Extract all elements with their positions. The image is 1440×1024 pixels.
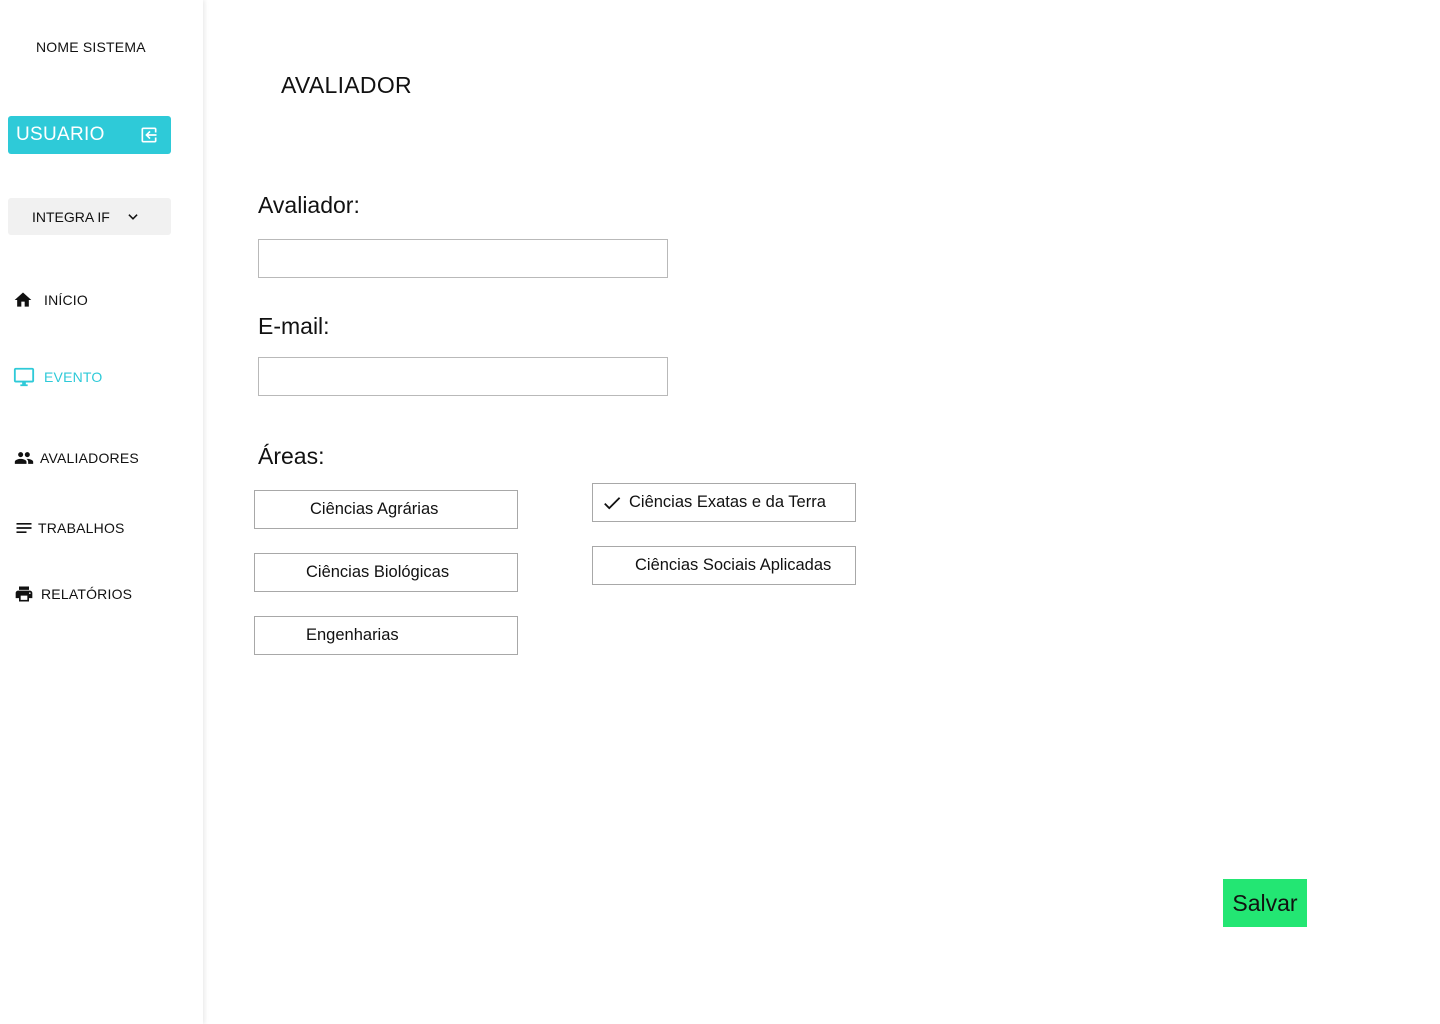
sidebar-item-label: TRABALHOS (38, 520, 125, 536)
sidebar-item-relatorios[interactable]: RELATÓRIOS (12, 584, 132, 604)
area-option-label: Ciências Sociais Aplicadas (635, 556, 832, 574)
sidebar-item-evento[interactable]: EVENTO (12, 366, 103, 388)
email-label: E-mail: (258, 313, 330, 339)
sidebar: NOME SISTEMA USUARIO INTEGRA IF INÍCIO E… (0, 0, 203, 1024)
area-option-label: Ciências Biológicas (306, 563, 450, 581)
area-option-ciencias-biologicas[interactable]: Ciências Biológicas (254, 553, 518, 592)
sidebar-item-avaliadores[interactable]: AVALIADORES (12, 448, 139, 468)
sidebar-item-trabalhos[interactable]: TRABALHOS (12, 518, 125, 538)
user-button-label: USUARIO (16, 124, 105, 145)
event-select-value: INTEGRA IF (32, 208, 110, 225)
area-option-label: Ciências Exatas e da Terra (629, 493, 826, 511)
area-option-label: Engenharias (306, 626, 399, 644)
home-icon (12, 290, 34, 310)
sidebar-item-label: RELATÓRIOS (41, 586, 133, 602)
area-option-ciencias-agrarias[interactable]: Ciências Agrárias (254, 490, 518, 529)
check-icon (601, 492, 623, 519)
email-input[interactable] (258, 357, 668, 396)
area-option-ciencias-exatas[interactable]: Ciências Exatas e da Terra (592, 483, 856, 522)
area-option-label: Ciências Agrárias (310, 500, 439, 518)
event-select[interactable]: INTEGRA IF (8, 198, 171, 235)
avaliador-input[interactable] (258, 239, 668, 278)
page-title: AVALIADOR (281, 72, 412, 98)
avaliador-label: Avaliador: (258, 192, 360, 218)
area-option-engenharias[interactable]: Engenharias (254, 616, 518, 655)
area-option-ciencias-sociais[interactable]: Ciências Sociais Aplicadas (592, 546, 856, 585)
sidebar-item-label: INÍCIO (44, 292, 88, 308)
save-button[interactable]: Salvar (1223, 879, 1307, 927)
sidebar-item-inicio[interactable]: INÍCIO (12, 290, 88, 310)
printer-icon (12, 584, 36, 604)
sidebar-item-label: EVENTO (44, 369, 103, 385)
list-icon (12, 518, 36, 538)
monitor-icon (12, 366, 36, 388)
system-name: NOME SISTEMA (36, 39, 146, 55)
people-icon (12, 448, 36, 468)
chevron-down-icon (126, 210, 140, 224)
logout-icon (139, 125, 159, 145)
user-button[interactable]: USUARIO (8, 116, 171, 154)
areas-label: Áreas: (258, 443, 325, 469)
sidebar-item-label: AVALIADORES (40, 450, 139, 466)
